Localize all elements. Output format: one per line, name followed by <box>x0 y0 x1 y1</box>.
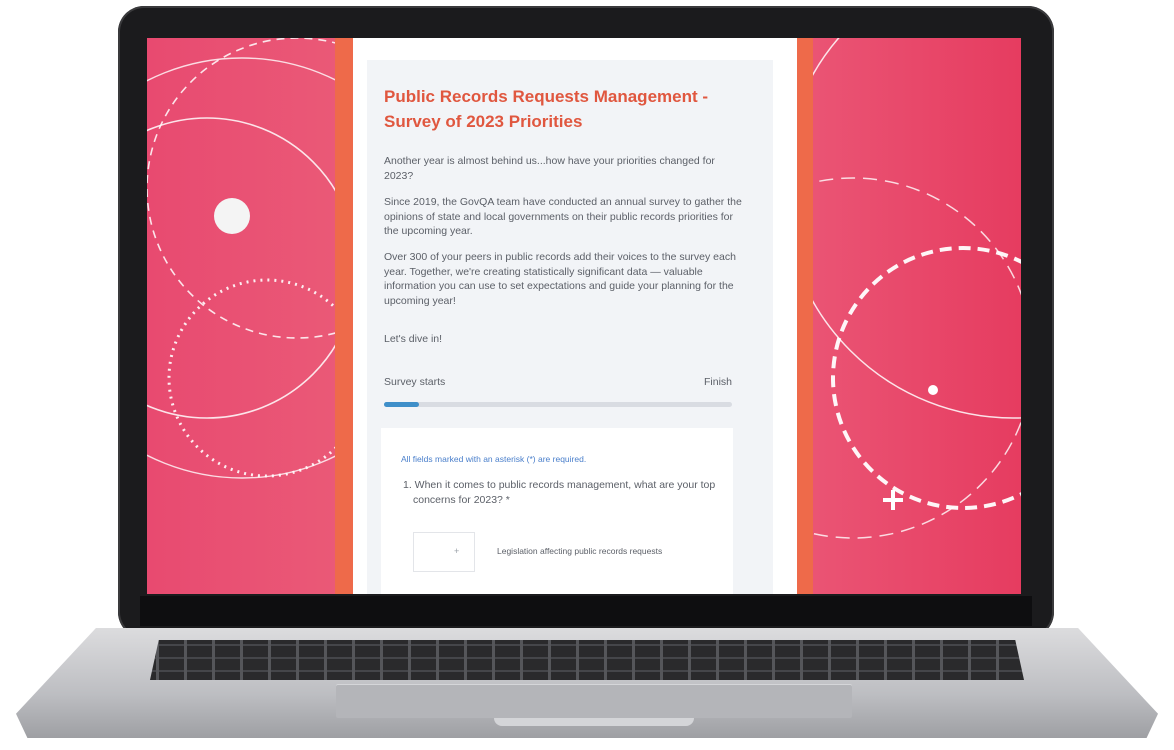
plus-icon: + <box>454 546 460 556</box>
intro-paragraph-2: Since 2019, the GovQA team have conducte… <box>384 196 742 237</box>
laptop-notch <box>494 718 694 726</box>
decorative-circles-right <box>813 38 1021 539</box>
decorative-right-panel <box>813 38 1021 594</box>
progress-end-label: Finish <box>703 376 732 388</box>
survey-page: Public Records Requests Management - Sur… <box>353 38 799 594</box>
question-card: All fields marked with an asterisk (*) a… <box>381 428 733 594</box>
decorative-stripe-left <box>335 38 353 594</box>
required-fields-note: All fields marked with an asterisk (*) a… <box>401 454 587 464</box>
laptop-trackpad <box>336 684 852 718</box>
answer-option-legislation[interactable]: + Legislation affecting public records r… <box>413 532 713 572</box>
option-label: Legislation affecting public records req… <box>497 546 663 556</box>
progress-bar <box>384 402 732 407</box>
question-1-text: 1. When it comes to public records manag… <box>403 479 716 506</box>
intro-paragraph-4: Let's dive in! <box>384 333 443 345</box>
laptop-keyboard <box>150 640 1024 680</box>
progress-start-label: Survey starts <box>384 376 446 388</box>
survey-title: Public Records Requests Management - Sur… <box>384 87 709 131</box>
laptop-screen: Public Records Requests Management - Sur… <box>147 38 1021 594</box>
progress-bar-fill <box>384 402 419 407</box>
laptop-bezel <box>140 596 1032 626</box>
intro-paragraph-1: Another year is almost behind us...how h… <box>384 155 715 182</box>
option-checkbox[interactable]: + <box>413 532 475 572</box>
decorative-circles-left <box>147 38 337 479</box>
intro-paragraph-3: Over 300 of your peers in public records… <box>384 251 736 307</box>
decorative-left-panel <box>147 38 337 594</box>
